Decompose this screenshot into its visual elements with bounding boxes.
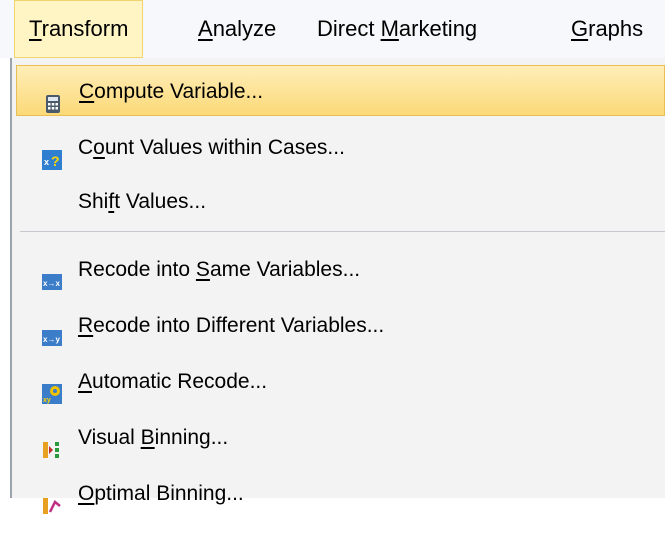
- count-values-label: Count Values within Cases...: [78, 136, 345, 159]
- automatic-recode-label: Automatic Recode...: [78, 370, 268, 393]
- svg-text:x→x: x→x: [43, 279, 60, 288]
- visual-binning-label: Visual Binning...: [78, 426, 229, 449]
- automatic-recode-icon: xy: [42, 372, 62, 404]
- menu-separator: [20, 231, 665, 232]
- svg-text:?: ?: [51, 153, 60, 169]
- transform-dropdown-menu: Compute Variable... x ? Count Values wit…: [10, 58, 665, 514]
- menu-item-compute-variable[interactable]: Compute Variable...: [16, 65, 665, 116]
- menu-analyze[interactable]: Analyze: [198, 0, 276, 58]
- menu-transform[interactable]: Transform: [14, 0, 144, 58]
- optimal-binning-icon: [42, 484, 62, 514]
- menu-item-recode-same[interactable]: x→x Recode into Same Variables...: [16, 244, 665, 295]
- menu-item-optimal-binning[interactable]: Optimal Binning...: [16, 468, 665, 519]
- svg-text:xy: xy: [43, 397, 51, 404]
- shift-values-label: Shift Values...: [78, 190, 207, 213]
- menu-item-visual-binning[interactable]: Visual Binning...: [16, 412, 665, 463]
- recode-different-label: Recode into Different Variables...: [78, 314, 385, 337]
- visual-binning-icon: [42, 428, 62, 458]
- svg-text:x: x: [44, 157, 49, 167]
- menu-graphs[interactable]: Graphs: [571, 0, 643, 58]
- optimal-binning-label: Optimal Binning...: [78, 482, 244, 505]
- recode-different-icon: x→y: [42, 316, 62, 346]
- recode-same-icon: x→x: [42, 260, 62, 290]
- menu-item-shift-values[interactable]: Shift Values...: [16, 176, 665, 227]
- calculator-icon: [43, 82, 63, 113]
- menu-item-recode-different[interactable]: x→y Recode into Different Variables...: [16, 300, 665, 351]
- recode-same-label: Recode into Same Variables...: [78, 258, 361, 281]
- menu-item-count-values[interactable]: x ? Count Values within Cases...: [16, 122, 665, 173]
- menu-item-automatic-recode[interactable]: xy Automatic Recode...: [16, 356, 665, 407]
- svg-text:x→y: x→y: [43, 335, 60, 344]
- menubar: Transform Analyze Direct Marketing Graph…: [0, 0, 665, 58]
- compute-variable-label: Compute Variable...: [79, 80, 264, 103]
- menu-direct-marketing[interactable]: Direct Marketing: [317, 0, 477, 58]
- count-values-icon: x ?: [42, 138, 62, 170]
